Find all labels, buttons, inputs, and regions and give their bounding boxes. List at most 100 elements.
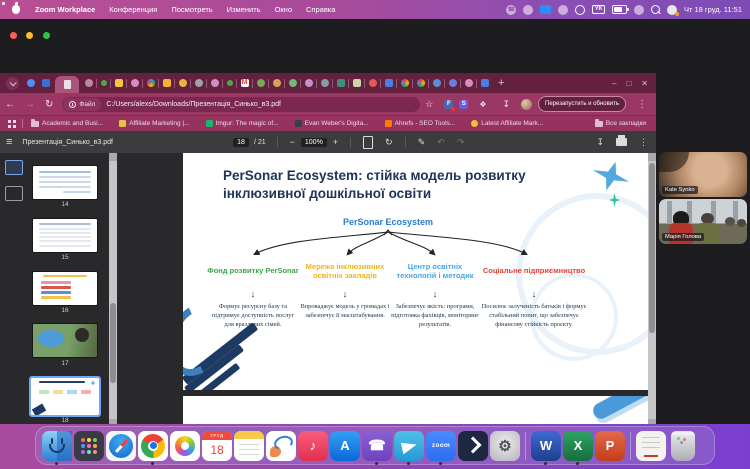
tab-favicon[interactable] — [449, 79, 457, 87]
page-info-icon[interactable] — [69, 101, 76, 108]
tab-favicon[interactable] — [273, 79, 281, 87]
hotspot-icon[interactable] — [634, 5, 644, 15]
screen-record-icon[interactable] — [575, 5, 585, 15]
thumbnail-view-button[interactable] — [5, 160, 23, 175]
forward-button[interactable]: → — [25, 99, 35, 110]
bookmark-item[interactable]: Evan Weber's Digita... — [295, 120, 369, 127]
menu-window[interactable]: Окно — [275, 5, 292, 14]
tab-favicon[interactable] — [257, 79, 265, 87]
dock-viber-icon[interactable]: ☎ — [362, 431, 392, 461]
app-status-icon[interactable] — [523, 5, 533, 15]
tab-favicon[interactable] — [85, 79, 93, 87]
menu-zoom-workplace[interactable]: Zoom Workplace — [35, 5, 95, 14]
apps-grid-icon[interactable] — [8, 120, 16, 128]
tab-favicon[interactable] — [163, 79, 171, 87]
menu-bar-clock[interactable]: Чт 18 груд. 11:51 — [684, 5, 742, 14]
profile-avatar[interactable] — [521, 99, 532, 110]
close-window-button[interactable] — [10, 32, 17, 39]
thumbnail-page-18-current[interactable] — [31, 378, 99, 415]
tab-favicon[interactable] — [337, 79, 345, 87]
dock-freeform-icon[interactable] — [266, 431, 296, 461]
dock-excel-icon[interactable]: X — [563, 431, 593, 461]
tab-favicon[interactable] — [369, 79, 377, 87]
address-url[interactable]: C:/Users/alexs/Downloads/Презентація_Син… — [106, 101, 281, 108]
menu-edit[interactable]: Изменить — [227, 5, 261, 14]
dock-settings-icon[interactable]: ⚙ — [490, 431, 520, 461]
gmail-tab-favicon[interactable]: M — [241, 79, 249, 87]
zoom-in-button[interactable]: + — [333, 137, 338, 147]
bookmark-item[interactable]: Affiliate Marketing |... — [119, 120, 189, 127]
dock-launchpad-icon[interactable] — [74, 431, 104, 461]
menu-conference[interactable]: Конференция — [109, 5, 157, 14]
bookmark-item[interactable]: Latest Affiliate Mark... — [471, 120, 543, 127]
active-tab[interactable] — [55, 76, 79, 93]
pdf-download-button[interactable]: ↧ — [596, 137, 604, 148]
tab-favicon[interactable] — [147, 79, 155, 87]
tab-favicon[interactable] — [417, 79, 425, 87]
thumbnail-page-17[interactable] — [33, 324, 97, 357]
redo-button[interactable]: ↷ — [457, 137, 465, 148]
page-number-input[interactable]: 18 — [233, 138, 249, 147]
menu-help[interactable]: Справка — [306, 5, 335, 14]
window-traffic-lights[interactable] — [10, 26, 55, 44]
thumbnail-page-14[interactable] — [33, 166, 97, 199]
dock-downloads-icon[interactable] — [636, 431, 666, 461]
fit-page-button[interactable] — [363, 136, 373, 149]
all-bookmarks-button[interactable]: Все закладки — [595, 120, 646, 127]
dock-dark-app-icon[interactable] — [458, 431, 488, 461]
dock-powerpoint-icon[interactable]: P — [595, 431, 625, 461]
tab-favicon[interactable] — [131, 79, 139, 87]
tab-favicon[interactable] — [195, 79, 203, 87]
battery-icon[interactable] — [612, 5, 627, 14]
tab-favicon[interactable] — [289, 79, 297, 87]
dock-music-icon[interactable]: ♪ — [298, 431, 328, 461]
dock-appstore-icon[interactable]: A — [330, 431, 360, 461]
bookmark-star-icon[interactable]: ☆ — [425, 99, 433, 110]
downloads-icon[interactable]: ↧ — [502, 99, 510, 110]
undo-button[interactable]: ↶ — [437, 137, 445, 148]
participant-video-kate[interactable]: Kate Synko — [659, 152, 747, 197]
zoom-window-button[interactable] — [43, 32, 50, 39]
tab-favicon[interactable] — [385, 79, 393, 87]
yk-badge[interactable]: YK — [592, 5, 605, 14]
window-close-button[interactable]: ✕ — [641, 79, 648, 88]
tab-favicon[interactable] — [321, 79, 329, 87]
rotate-button[interactable]: ↻ — [385, 137, 393, 148]
participant-video-maria[interactable]: Марія Голова — [659, 199, 747, 244]
pdf-more-kebab-icon[interactable]: ⋮ — [639, 137, 648, 148]
dock-finder-icon[interactable] — [42, 431, 72, 461]
dock-notes-icon[interactable] — [234, 431, 264, 461]
annotate-pen-button[interactable]: ✎ — [418, 137, 426, 148]
dock-word-icon[interactable]: W — [531, 431, 561, 461]
tab-favicon[interactable] — [101, 80, 107, 86]
extension-s-icon[interactable]: S — [459, 100, 468, 109]
print-button[interactable] — [616, 138, 627, 146]
pdf-menu-hamburger-icon[interactable]: ≡ — [6, 136, 12, 148]
zoom-status-icon[interactable] — [540, 5, 551, 14]
bookmark-item[interactable]: Ahrefs - SEO Tools... — [385, 120, 456, 127]
window-maximize-button[interactable]: □ — [626, 79, 631, 88]
outline-view-button[interactable] — [5, 186, 23, 201]
tab-favicon[interactable] — [27, 79, 35, 87]
tab-favicon[interactable] — [433, 79, 441, 87]
bookmark-item[interactable]: Academic and Busi... — [31, 120, 103, 127]
dock-zoom-icon[interactable]: zoom — [426, 431, 456, 461]
tab-favicon[interactable] — [179, 79, 187, 87]
minimize-window-button[interactable] — [26, 32, 33, 39]
chrome-menu-kebab-icon[interactable]: ⋮ — [637, 99, 647, 110]
tab-favicon[interactable] — [211, 79, 219, 87]
thumbnail-page-15[interactable] — [33, 219, 97, 252]
tab-favicon[interactable] — [353, 79, 361, 87]
file-scheme-chip[interactable]: Файл — [63, 98, 101, 111]
address-bar[interactable]: Файл C:/Users/alexs/Downloads/Презентаці… — [62, 97, 420, 112]
extensions-puzzle-icon[interactable]: ❖ — [479, 100, 486, 109]
zoom-out-button[interactable]: − — [290, 137, 295, 147]
new-tab-button[interactable]: + — [498, 77, 504, 89]
back-button[interactable]: ← — [5, 99, 15, 110]
sidebar-scrollbar[interactable] — [109, 153, 117, 427]
tab-favicon[interactable] — [401, 79, 409, 87]
menu-view[interactable]: Посмотреть — [171, 5, 212, 14]
dock-trash-icon[interactable] — [671, 431, 695, 461]
pdf-scrollbar[interactable] — [648, 153, 656, 427]
bookmark-item[interactable]: Imgur: The magic of... — [206, 120, 279, 127]
